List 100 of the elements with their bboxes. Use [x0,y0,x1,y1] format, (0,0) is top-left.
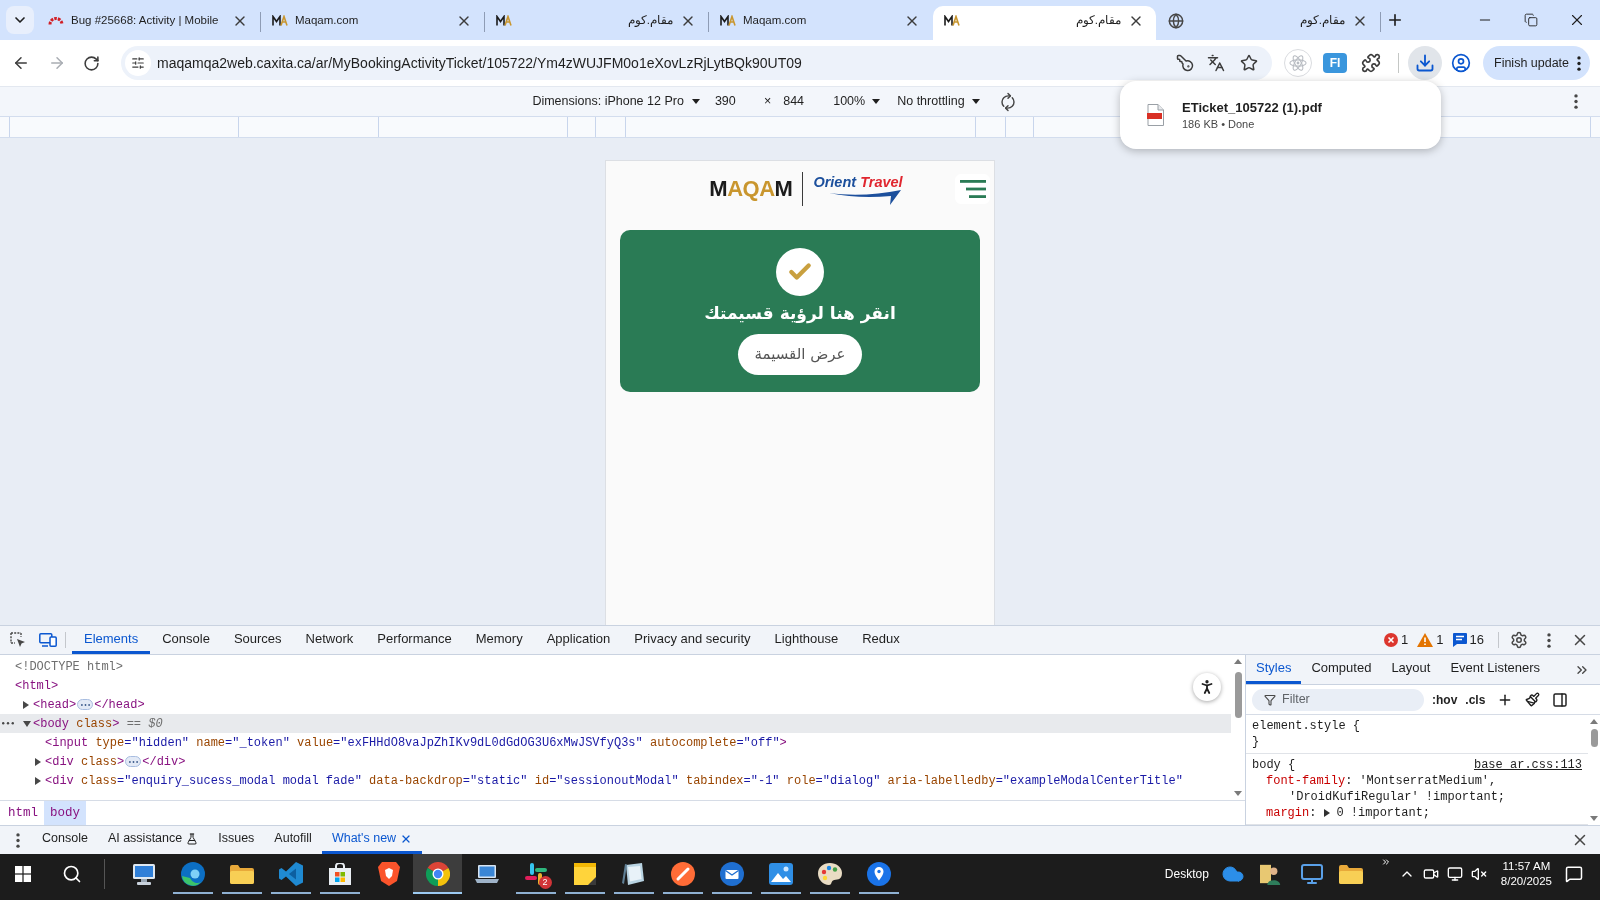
menu-button[interactable] [955,174,990,204]
logo-text: MAQAM [709,177,793,201]
restore-icon[interactable] [1524,13,1538,27]
extensions-icon[interactable] [1361,53,1381,73]
styles-tab[interactable]: Styles [1246,655,1302,684]
toolbar-label[interactable]: Desktop [1164,865,1209,883]
bookmark-star-icon[interactable] [1240,54,1258,72]
finish-update-button[interactable]: Finish update [1483,46,1591,80]
site-info-button[interactable] [125,50,151,76]
view-voucher-button[interactable]: عرض القسيمة [738,334,862,375]
devtools-tab[interactable]: Lighthouse [762,626,851,654]
scroll-down-icon[interactable] [1590,816,1598,821]
more-icon[interactable] [1574,94,1578,109]
device-select[interactable]: Dimensions: iPhone 12 Pro [532,92,700,111]
camera-icon[interactable] [1422,866,1439,882]
monitor-icon[interactable] [1299,862,1324,886]
filter-field[interactable]: Filter [1252,688,1424,711]
dom-node[interactable]: <!DOCTYPE html> [0,657,128,676]
ellipsis-icon[interactable] [77,699,94,710]
reload-icon[interactable] [83,54,100,72]
sidebar-toggle-icon[interactable] [1552,691,1569,708]
new-tab-icon[interactable] [1386,11,1404,29]
drawer-tab[interactable]: Autofill [264,826,322,854]
breadcrumb-item[interactable]: html [2,801,44,825]
browser-tab[interactable]: مقام.كوم [485,6,708,40]
expand-arrow-icon[interactable] [1324,809,1331,817]
devtools-tab[interactable]: Network [293,626,366,654]
notification-icon[interactable] [1565,865,1583,883]
translate-icon[interactable] [1207,54,1225,72]
back-icon[interactable] [12,54,30,72]
dom-node[interactable]: <div class="enquiry_sucess_modal modal fade" data-backdrop="static" id="sessionoutModal" tabindex="-1" role="dialog" aria-labelledby="exampleModalCenterTitle" [0,771,1187,790]
taskbar-app-button[interactable] [413,854,462,894]
settings-icon[interactable] [1510,631,1528,649]
inspect-icon[interactable] [10,632,26,648]
drawer-tab[interactable]: AI assistance [97,826,209,854]
downloads-button[interactable] [1408,46,1442,80]
key-icon[interactable] [1176,54,1194,72]
search-icon[interactable] [62,864,82,884]
device-toolbar-icon[interactable] [39,633,57,647]
tab-search-button[interactable] [6,6,34,34]
browser-tab[interactable]: Maqam.com [709,6,932,40]
warning-icon [1417,633,1434,647]
height-input[interactable]: 844 [780,92,815,111]
devtools-tab[interactable]: Redux [850,626,912,654]
more-icon[interactable] [1547,632,1551,648]
devtools-tab[interactable]: Elements [72,626,151,654]
profile-icon[interactable] [1451,53,1471,73]
collapsed-arrow-icon[interactable] [35,757,41,766]
devtools-tab[interactable]: Console [150,626,222,654]
devtools-tab[interactable]: Sources [221,626,294,654]
styles-tab[interactable]: Computed [1301,655,1382,684]
browser-tab[interactable]: Bug #25668: Activity | Mobile [37,6,260,40]
dom-node[interactable]: <input type="hidden" name="_token" value="exFHHdO8vaJpZhIKv9dL0dGdOG3U6xMwJSVfyQ3s" autocomplete="off"> [0,733,791,752]
monitor-icon[interactable] [1446,866,1463,882]
devtools-tab[interactable]: Memory [463,626,535,654]
style-toggle-button[interactable]: :hov [1432,690,1458,709]
browser-tab[interactable]: مقام.كوم [1157,6,1380,40]
address-bar[interactable]: maqamqa2web.caxita.ca/ar/MyBookingActivityTicket/105722/Ym4zWUJFM0o1eXovLzRjLytBQk90UT09 [121,46,1272,80]
dom-node[interactable]: <div class> </div> [0,752,190,771]
styles-tab[interactable]: Event Listeners [1440,655,1551,684]
chevrons-icon[interactable] [1380,857,1391,867]
file-name[interactable]: ETicket_105722 (1).pdf [1182,99,1322,116]
breadcrumb-item[interactable]: body [44,801,87,825]
dots-icon[interactable] [2,722,14,725]
expanded-arrow-icon[interactable] [23,720,31,727]
folder-icon[interactable] [1338,864,1363,884]
computer-icon [131,863,156,885]
volume-muted-icon[interactable] [1470,866,1487,882]
width-input[interactable]: 390 [711,92,746,111]
dom-node[interactable]: <body class> == $0 [0,714,1231,733]
drawer-tab[interactable]: Console [32,826,98,854]
throttling-select[interactable]: No throttling [897,92,980,111]
scrollbar-thumb[interactable] [1234,672,1242,718]
clock[interactable]: 11:57 AM 8/20/2025 [1500,859,1552,889]
styles-tab[interactable]: Layout [1381,655,1441,684]
devtools-tab[interactable]: Performance [365,626,464,654]
accessibility-button[interactable] [1193,673,1221,701]
scrollbar-thumb[interactable] [1590,729,1598,747]
ellipsis-icon[interactable] [125,756,142,767]
zoom-select[interactable]: 100% [833,92,881,111]
collapsed-arrow-icon[interactable] [23,700,29,709]
devtools-tab[interactable]: Application [534,626,623,654]
paint-brush-icon[interactable] [1525,692,1541,707]
browser-tab[interactable]: Maqam.com [261,6,484,40]
start-icon[interactable] [15,866,31,882]
scroll-up-icon[interactable] [1590,719,1598,724]
css-source-link[interactable]: base_ar.css:113 [1473,757,1582,773]
scroll-up-icon[interactable] [1234,659,1242,664]
collapsed-arrow-icon[interactable] [35,776,41,785]
person-icon[interactable] [1259,863,1282,885]
dom-node[interactable]: <html> [0,676,63,695]
devtools-tab[interactable]: Privacy and security [622,626,763,654]
style-toggle-button[interactable]: .cls [1465,690,1486,709]
taskbar-app-button[interactable]: 2 [511,854,560,894]
more-icon[interactable] [16,832,20,848]
dom-node[interactable]: <head> </head> [0,695,149,714]
drawer-tab[interactable]: Issues [208,826,265,854]
css-value: 'DroidKufiRegular' !important; [1289,790,1506,804]
scroll-down-icon[interactable] [1234,791,1242,796]
browser-tab[interactable]: مقام.كوم [933,6,1156,40]
